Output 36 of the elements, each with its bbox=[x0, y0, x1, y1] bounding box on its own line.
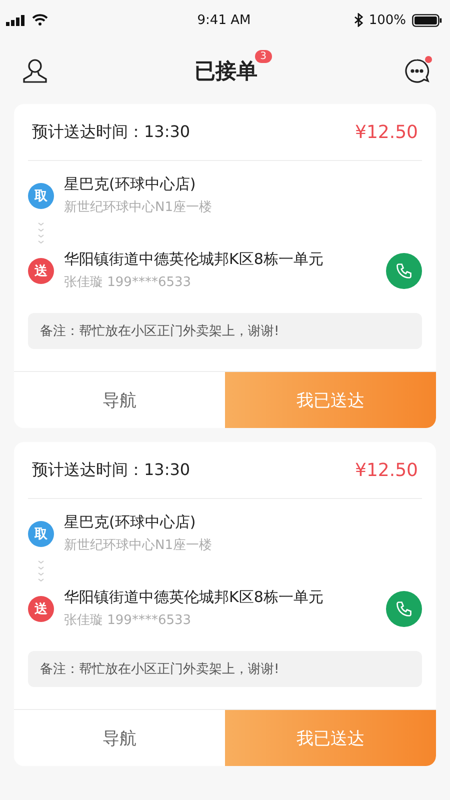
stop-tag: 取 bbox=[28, 520, 54, 546]
stop-detail: 新世纪环球中心N1座一楼 bbox=[64, 537, 213, 554]
order-price: ¥12.50 bbox=[355, 460, 418, 480]
stop-name: 华阳镇街道中德英伦城邦K区8栋一单元 bbox=[64, 588, 324, 607]
signal-icon bbox=[6, 14, 26, 26]
profile-button[interactable] bbox=[20, 56, 50, 86]
order-price: ¥12.50 bbox=[355, 122, 418, 142]
eta-text: 预计送达时间：13:30 bbox=[32, 460, 190, 480]
stop-tag: 送 bbox=[28, 596, 54, 622]
stop-tag: 取 bbox=[28, 182, 54, 208]
stop-detail: 张佳璇 199****6533 bbox=[64, 612, 192, 629]
stop-detail: 张佳璇 199****6533 bbox=[64, 274, 192, 291]
stop-tag: 送 bbox=[28, 258, 54, 284]
stop-name: 星巴克(环球中心店) bbox=[64, 175, 197, 194]
route-dots-icon bbox=[37, 560, 45, 582]
phone-icon bbox=[395, 600, 413, 618]
messages-button[interactable] bbox=[402, 56, 432, 86]
chat-icon bbox=[404, 58, 430, 84]
battery-percent: 100% bbox=[368, 12, 406, 28]
stop-name: 星巴克(环球中心店) bbox=[64, 513, 197, 532]
wifi-icon bbox=[32, 14, 48, 26]
stop-detail: 新世纪环球中心N1座一楼 bbox=[64, 199, 213, 216]
count-badge: 3 bbox=[255, 50, 272, 63]
call-button[interactable] bbox=[386, 252, 422, 288]
bluetooth-icon bbox=[354, 13, 363, 27]
call-button[interactable] bbox=[386, 590, 422, 626]
battery-icon bbox=[412, 14, 442, 26]
eta-text: 预计送达时间：13:30 bbox=[32, 122, 190, 142]
status-time: 9:41 AM bbox=[197, 12, 251, 28]
order-note: 备注：帮忙放在小区正门外卖架上，谢谢! bbox=[28, 313, 422, 349]
stop-name: 华阳镇街道中德英伦城邦K区8栋一单元 bbox=[64, 250, 324, 269]
order-note: 备注：帮忙放在小区正门外卖架上，谢谢! bbox=[28, 651, 422, 687]
person-icon bbox=[22, 58, 48, 84]
page-title: 已接单 bbox=[194, 59, 258, 83]
route-dots-icon bbox=[37, 222, 45, 244]
phone-icon bbox=[395, 262, 413, 280]
